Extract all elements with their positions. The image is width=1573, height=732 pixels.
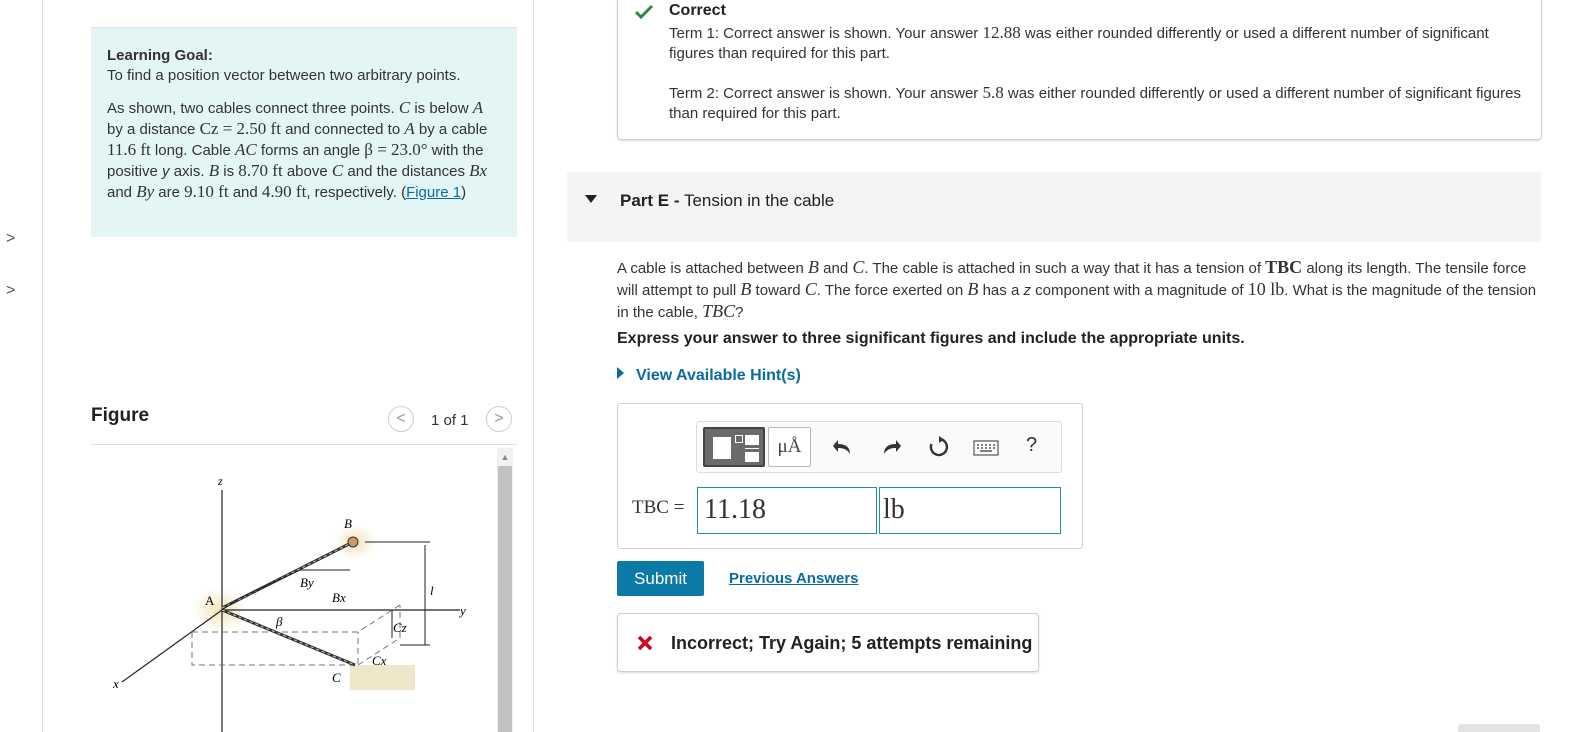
bx-label: Bx	[332, 590, 346, 605]
z-label: z	[217, 474, 223, 488]
figure-count: 1 of 1	[431, 412, 469, 429]
dim-by	[239, 569, 301, 599]
y-label: y	[458, 603, 466, 618]
figure-divider	[91, 444, 517, 445]
keyboard-icon[interactable]	[973, 440, 999, 456]
b-label: B	[344, 516, 352, 531]
answer-unit-field[interactable]: lb	[879, 487, 1061, 534]
triangle-right-icon	[617, 367, 624, 379]
incorrect-feedback-text: Incorrect; Try Again; 5 attempts remaini…	[671, 633, 1033, 653]
x-label: x	[112, 676, 119, 691]
a-label: A	[205, 593, 215, 608]
part-e-title: Part E - Tension in the cable	[620, 191, 835, 210]
answer-value-field[interactable]: 11.18	[697, 487, 877, 534]
x-mark-icon	[637, 635, 653, 651]
question-text: A cable is attached between B and C. The…	[617, 257, 1537, 321]
learning-goal-box: Learning Goal: To find a position vector…	[91, 27, 517, 237]
figure-next-button[interactable]: >	[486, 406, 512, 432]
l-label: l	[430, 583, 434, 598]
view-hints-link[interactable]: View Available Hint(s)	[617, 367, 801, 385]
figure-scroll-thumb[interactable]	[498, 466, 512, 732]
by-label: By	[300, 575, 314, 590]
learning-goal-text: As shown, two cables connect three point…	[107, 98, 488, 201]
left-gutter: > >	[0, 0, 43, 732]
chevron-right-icon[interactable]: >	[6, 230, 15, 248]
term-1-feedback: Term 1: Correct answer is shown. Your an…	[669, 23, 1489, 62]
triangle-down-icon[interactable]	[585, 195, 597, 203]
figure-diagram: z y x A B C By Bx β Cz Cx l	[112, 474, 466, 732]
pane-divider	[533, 0, 534, 732]
learning-goal-title: Learning Goal:	[107, 47, 213, 64]
figure-prev-button[interactable]: <	[388, 406, 414, 432]
submit-button[interactable]: Submit	[617, 561, 704, 596]
units-tool-button[interactable]: μÅ	[768, 427, 811, 467]
chevron-right-icon[interactable]: >	[6, 282, 15, 300]
answer-instruction: Express your answer to three significant…	[617, 330, 1245, 347]
cz-label: Cz	[393, 620, 407, 635]
checkmark-icon	[634, 4, 654, 20]
undo-icon[interactable]	[832, 436, 854, 458]
bottom-tab[interactable]	[1458, 724, 1540, 732]
figure-link[interactable]: Figure 1	[406, 184, 461, 201]
redo-icon[interactable]	[880, 436, 902, 458]
templates-icon[interactable]	[703, 427, 765, 467]
cx-label: Cx	[372, 653, 387, 668]
floor-patch	[350, 665, 415, 690]
c-label: C	[332, 670, 341, 685]
learning-goal-intro: To find a position vector between two ar…	[107, 67, 461, 84]
beta-label: β	[275, 614, 283, 629]
reset-icon[interactable]	[927, 435, 951, 459]
point-b-marker	[347, 536, 359, 548]
previous-answers-link[interactable]: Previous Answers	[729, 570, 859, 587]
correct-title: Correct	[669, 2, 726, 19]
figure-title: Figure	[91, 405, 150, 426]
term-2-feedback: Term 2: Correct answer is shown. Your an…	[669, 83, 1521, 122]
x-axis	[121, 609, 223, 683]
help-icon[interactable]: ?	[1026, 434, 1037, 458]
tbc-label: TBC =	[632, 497, 685, 518]
scroll-up-icon[interactable]: ▲	[497, 448, 513, 466]
